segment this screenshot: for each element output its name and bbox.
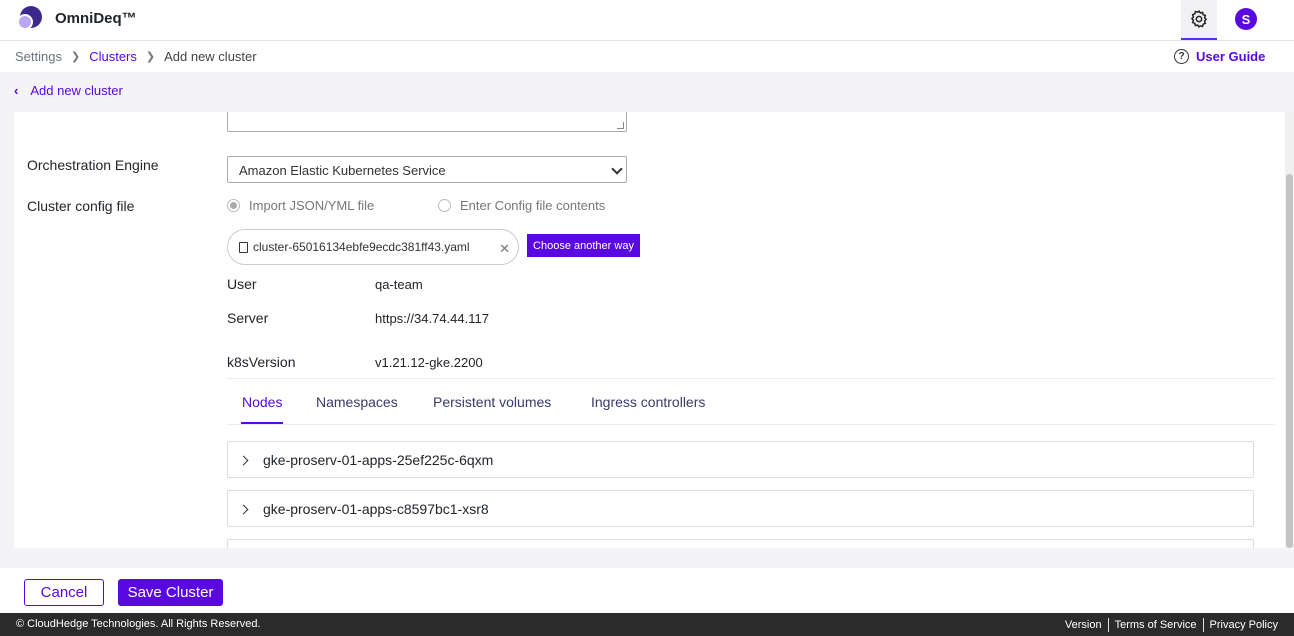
detail-user-key: User [227,276,257,292]
orchestration-engine-select[interactable]: Amazon Elastic Kubernetes Service [227,156,627,183]
breadcrumb-clusters[interactable]: Clusters [89,49,137,64]
top-bar: OmniDeq™ S [0,0,1294,41]
chevron-right-icon[interactable] [238,455,249,466]
tab-namespaces[interactable]: Namespaces [316,394,398,410]
gear-icon [1190,9,1208,29]
selected-file-name: cluster-65016134ebfe9ecdc381ff43.yaml [253,240,470,254]
action-bar: Cancel Save Cluster [0,568,1294,613]
save-cluster-button[interactable]: Save Cluster [118,579,223,606]
node-name: gke-proserv-01-apps-25ef225c-6qxm [263,451,494,468]
chevron-down-icon [611,163,623,175]
node-row-partial[interactable] [227,539,1254,548]
footer-version-link[interactable]: Version [1059,619,1108,631]
radio-import-file[interactable]: Import JSON/YML file [227,198,374,213]
user-avatar[interactable]: S [1235,8,1257,30]
footer: © CloudHedge Technologies. All Rights Re… [0,613,1294,636]
detail-k8sversion-key: k8sVersion [227,354,296,370]
question-circle-icon: ? [1174,49,1189,64]
panel-scrollbar[interactable] [1285,112,1294,548]
description-textarea[interactable] [227,112,627,132]
form-panel: Orchestration Engine Amazon Elastic Kube… [14,112,1285,548]
user-guide-label: User Guide [1196,49,1266,64]
tab-persistent-volumes[interactable]: Persistent volumes [433,394,551,410]
footer-terms-link[interactable]: Terms of Service [1109,619,1203,631]
tab-nodes[interactable]: Nodes [242,394,282,410]
back-link[interactable]: ‹ Add new cluster [14,83,123,98]
scrollbar-thumb[interactable] [1286,174,1293,548]
file-icon [239,241,248,253]
breadcrumb: Settings ❯ Clusters ❯ Add new cluster [15,49,257,64]
detail-server-value: https://34.74.44.117 [375,311,489,326]
settings-button[interactable] [1181,0,1217,40]
detail-k8sversion-value: v1.21.12-gke.2200 [375,355,483,370]
chevron-right-icon: ❯ [145,51,156,63]
user-guide-link[interactable]: ? User Guide [1174,49,1265,64]
back-link-label: Add new cluster [30,83,123,98]
cluster-config-label: Cluster config file [27,198,135,214]
active-tab-indicator [241,422,283,424]
footer-privacy-link[interactable]: Privacy Policy [1204,619,1278,631]
chevron-right-icon[interactable] [238,504,249,515]
radio-enter-label: Enter Config file contents [460,198,606,213]
orchestration-engine-label: Orchestration Engine [27,157,159,173]
orchestration-engine-value: Amazon Elastic Kubernetes Service [239,163,446,178]
node-row[interactable]: gke-proserv-01-apps-25ef225c-6qxm [227,441,1254,478]
node-name: gke-proserv-01-apps-c8597bc1-xsr8 [263,500,489,517]
chevron-left-icon: ‹ [14,83,19,98]
close-icon[interactable]: ✕ [499,241,510,257]
radio-import-label: Import JSON/YML file [249,198,375,213]
detail-user-value: qa-team [375,277,423,292]
chevron-right-icon: ❯ [70,51,81,63]
node-row[interactable]: gke-proserv-01-apps-c8597bc1-xsr8 [227,490,1254,527]
breadcrumb-current: Add new cluster [164,49,257,64]
footer-links: Version Terms of Service Privacy Policy [1059,618,1278,632]
omnideq-logo-icon[interactable] [17,6,43,32]
detail-server-key: Server [227,310,269,326]
radio-dot[interactable] [227,199,240,212]
cluster-tabs: Nodes Namespaces Persistent volumes Ingr… [227,378,1275,425]
radio-enter-contents[interactable]: Enter Config file contents [438,198,605,213]
resize-handle-icon[interactable] [617,122,624,129]
brand-name: OmniDeq™ [55,10,137,27]
copyright-text: © CloudHedge Technologies. All Rights Re… [16,618,261,630]
selected-file-chip: cluster-65016134ebfe9ecdc381ff43.yaml ✕ [227,229,519,265]
breadcrumb-settings[interactable]: Settings [15,49,62,64]
tab-ingress-controllers[interactable]: Ingress controllers [591,394,705,410]
radio-dot[interactable] [438,199,451,212]
cancel-button[interactable]: Cancel [24,579,104,606]
choose-another-way-button[interactable]: Choose another way [527,234,640,257]
